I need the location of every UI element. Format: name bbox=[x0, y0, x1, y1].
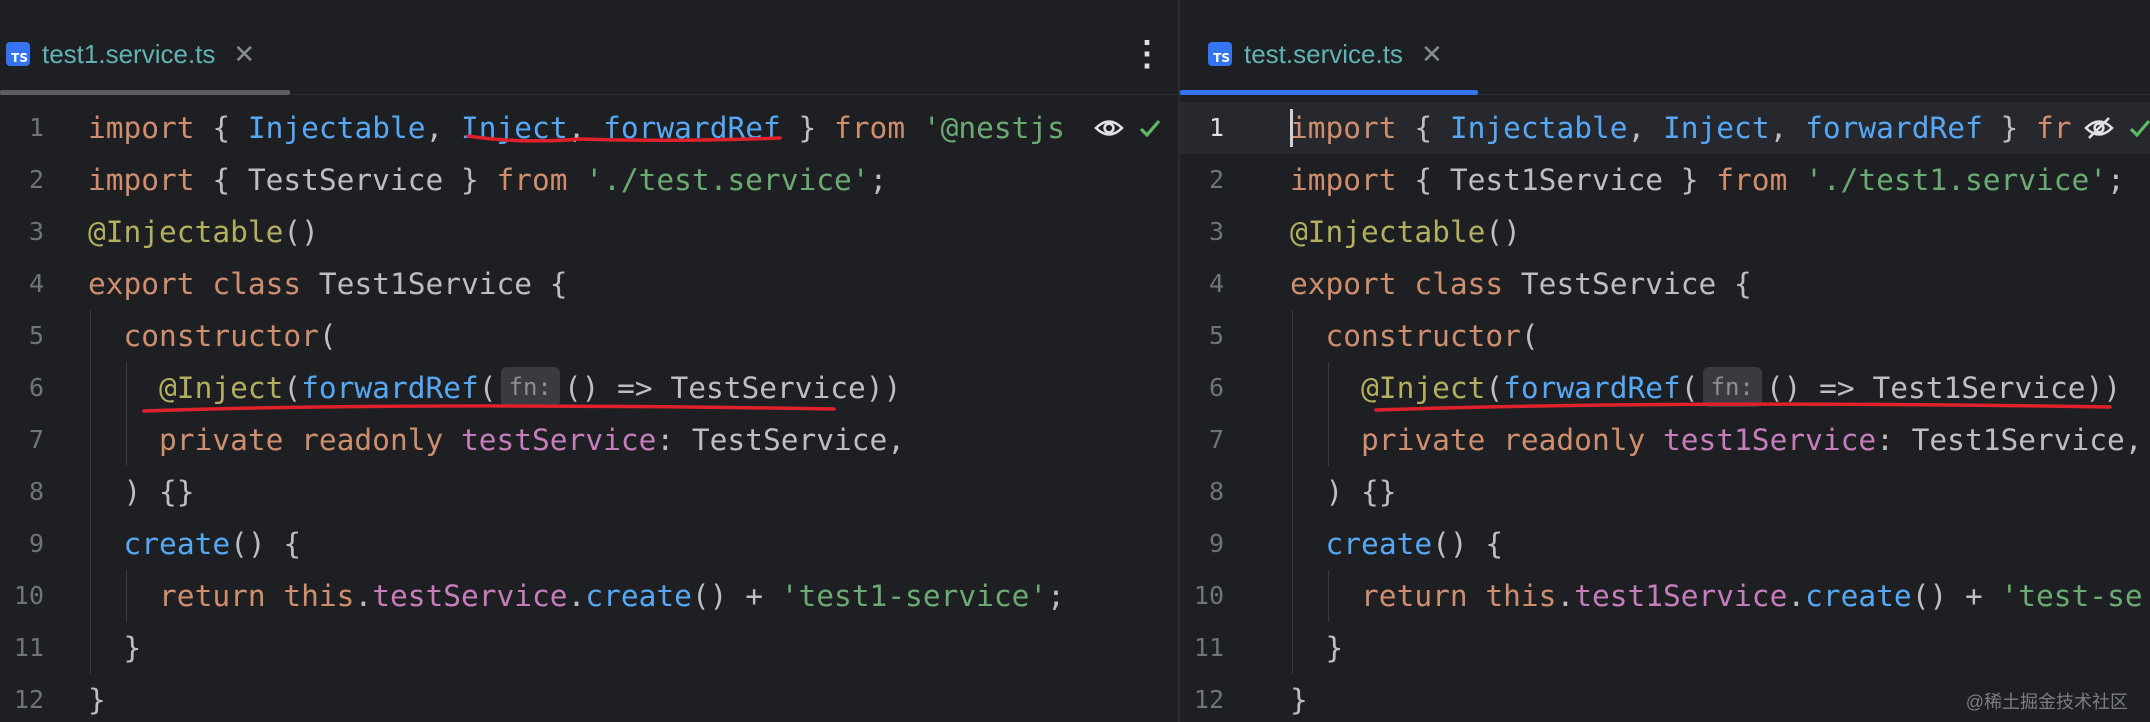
editor-pane-right: TS test.service.ts ✕ 1 2 3 4 5 6 7 8 9 10 11 12 imp… bbox=[1180, 0, 2150, 722]
editor-pane-left: TS test1.service.ts ✕ ⋮ 1 2 3 4 5 6 7 8 9 10 11 12 … bbox=[0, 0, 1178, 722]
indent-guide bbox=[90, 310, 91, 674]
indent-guide bbox=[126, 362, 127, 466]
red-annotation-marks bbox=[142, 134, 836, 413]
indent-guide bbox=[1328, 362, 1329, 466]
indent-guide bbox=[1292, 310, 1293, 674]
indent-guide bbox=[1328, 570, 1329, 622]
red-annotation-marks bbox=[1374, 402, 2112, 412]
indent-guide bbox=[126, 570, 127, 622]
watermark: @稀土掘金技术社区 bbox=[1965, 692, 2128, 712]
